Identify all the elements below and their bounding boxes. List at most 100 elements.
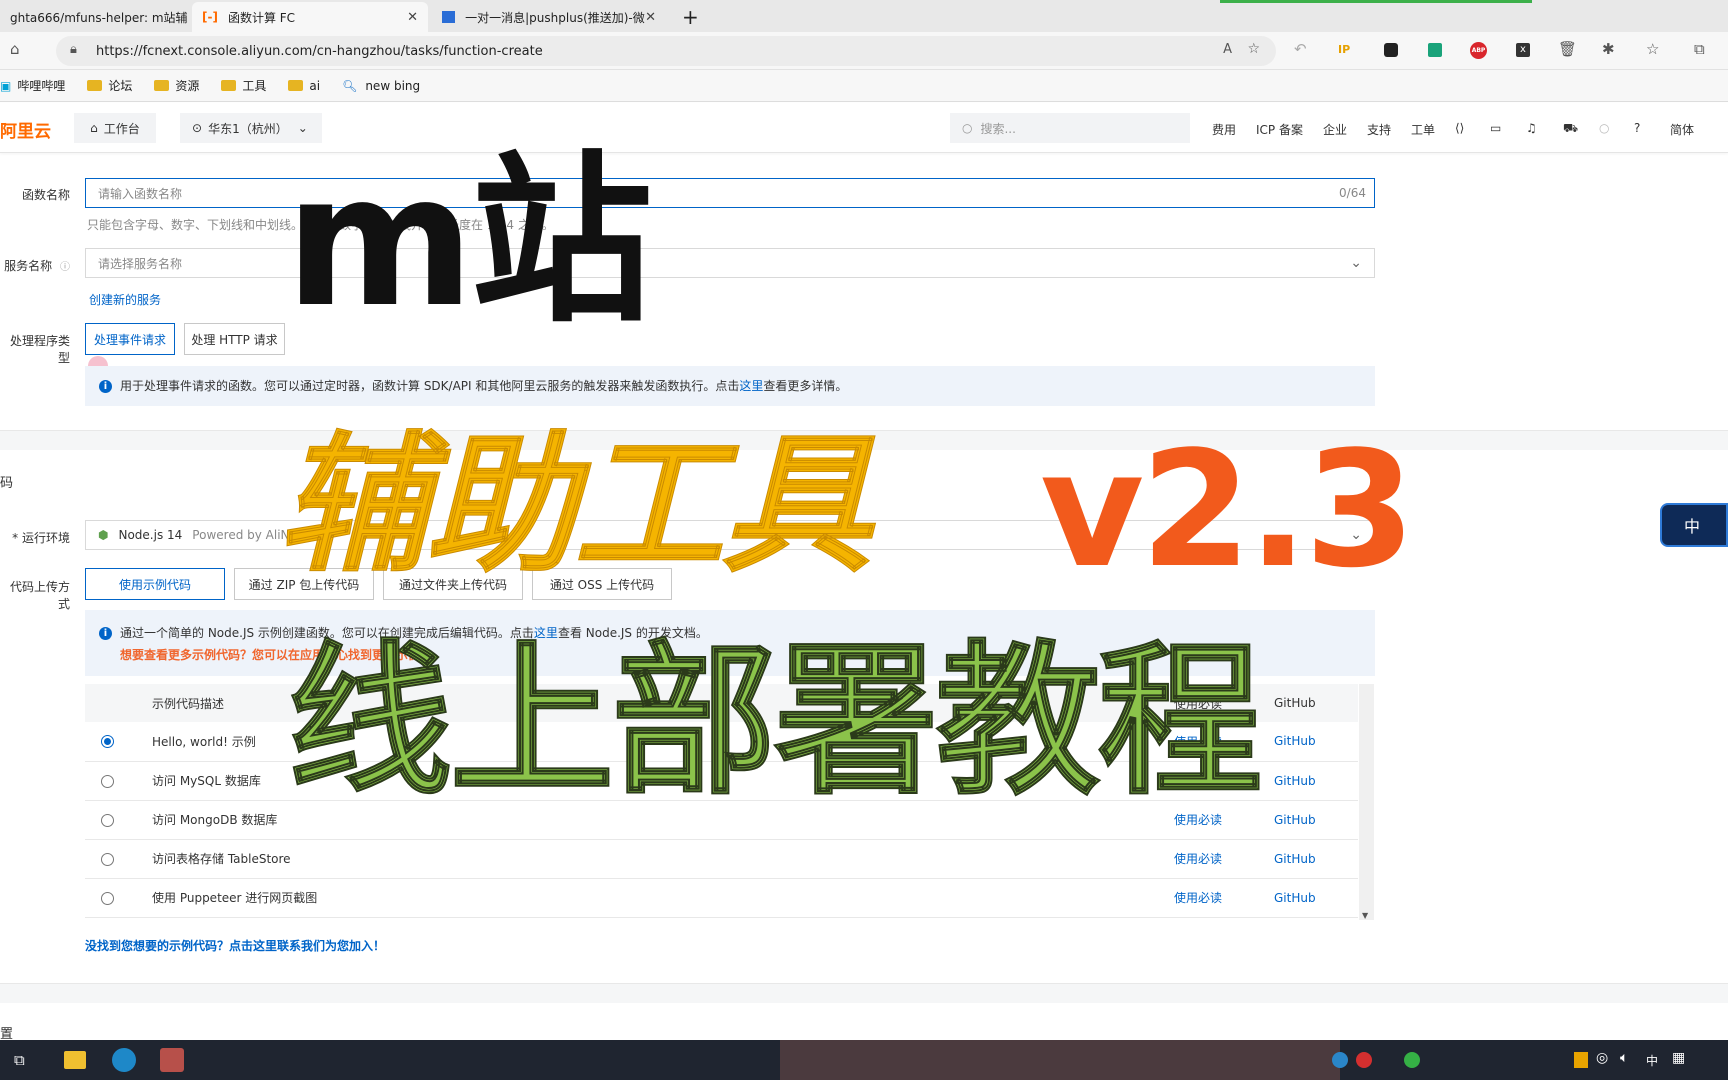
nav-support[interactable]: 支持 — [1367, 121, 1391, 138]
handler-type-label: 处理程序类型 — [9, 334, 70, 365]
location-icon: ⊙ — [192, 121, 203, 135]
code-icon[interactable]: ⟨⟩ — [1455, 121, 1464, 135]
extension-green-icon[interactable] — [1428, 43, 1442, 57]
radio-button[interactable] — [101, 891, 114, 905]
tray-ime-indicator[interactable]: 中 — [1646, 1052, 1658, 1069]
ime-label: 中 — [1684, 517, 1701, 536]
read-aloud-icon[interactable]: A — [1223, 42, 1232, 57]
bookmark-tools[interactable]: 工具 — [221, 77, 266, 94]
extensions-puzzle-icon[interactable]: ✱ — [1602, 40, 1615, 58]
bookmark-ai[interactable]: ai — [288, 79, 320, 93]
radio-button[interactable] — [101, 774, 114, 788]
help-icon[interactable]: ? — [1634, 121, 1640, 135]
runtime-label: * 运行环境 — [12, 531, 70, 545]
cart-icon[interactable]: ⛟ — [1563, 121, 1578, 137]
handler-notice: i 用于处理事件请求的函数。您可以通过定时器，函数计算 SDK/API 和其他阿里… — [85, 366, 1375, 406]
nav-billing[interactable]: 费用 — [1212, 121, 1236, 138]
row-readme-link[interactable]: 使用必读 — [1173, 839, 1273, 879]
bookmark-label: ai — [309, 78, 321, 93]
tab-fc[interactable]: [-] 函数计算 FC ✕ — [192, 2, 428, 32]
scroll-down-icon[interactable]: ▼ — [1362, 911, 1368, 920]
file-explorer-icon[interactable] — [64, 1051, 86, 1069]
bookmark-forum[interactable]: 论坛 — [87, 77, 132, 94]
row-github-link[interactable]: GitHub — [1273, 800, 1358, 840]
table-row[interactable]: 访问表格存储 TableStore 使用必读 GitHub — [85, 839, 1358, 879]
code-section-title: 码 — [0, 476, 14, 491]
header-radio-col — [85, 684, 151, 722]
language-switch[interactable]: 简体 — [1670, 121, 1694, 138]
row-readme-link[interactable]: 使用必读 — [1173, 878, 1273, 918]
radio-button[interactable] — [101, 735, 114, 749]
extension-icon[interactable] — [1384, 43, 1398, 57]
close-icon[interactable]: ✕ — [645, 10, 656, 25]
aliyun-logo[interactable]: 阿里云 — [0, 117, 51, 142]
table-scrollbar[interactable]: ▼ — [1359, 684, 1374, 920]
nav-icp[interactable]: ICP 备案 — [1256, 121, 1303, 138]
nav-enterprise[interactable]: 企业 — [1323, 121, 1347, 138]
row-github-link[interactable]: GitHub — [1273, 761, 1358, 801]
ime-floating-widget[interactable]: 中 — [1660, 503, 1728, 547]
favorites-bar-icon[interactable]: ☆ — [1646, 40, 1659, 58]
task-view-icon[interactable]: ⧉ — [14, 1051, 25, 1069]
bookmark-resources[interactable]: 资源 — [154, 77, 199, 94]
collections-icon[interactable]: ⧉ — [1694, 40, 1705, 58]
not-found-link[interactable]: 没找到您想要的示例代码？点击这里联系我们为您加入！ — [85, 937, 385, 954]
url-field[interactable]: 🔒︎ https://fcnext.console.aliyun.com/cn-… — [56, 36, 1276, 66]
tray-record-icon[interactable] — [1356, 1052, 1372, 1068]
extension-x-icon[interactable]: x — [1516, 43, 1530, 57]
url-text: https://fcnext.console.aliyun.com/cn-han… — [96, 43, 543, 59]
console-search-input[interactable]: ○ 搜索... — [950, 113, 1190, 143]
terminal-icon[interactable]: ▭ — [1490, 121, 1501, 135]
function-name-label: 函数名称 — [21, 188, 70, 202]
tab-label: 一对一消息|pushplus(推送加)-微信 — [465, 10, 646, 25]
handler-event-button[interactable]: 处理事件请求 — [85, 323, 175, 355]
tab-pushplus[interactable]: 一对一消息|pushplus(推送加)-微信 ✕ — [432, 2, 666, 32]
help-icon[interactable]: ⓘ — [60, 262, 70, 273]
notice-link[interactable]: 这里 — [739, 379, 763, 393]
tab-label: ghta666/mfuns-helper: m站辅助 — [10, 10, 188, 25]
tray-edge-icon[interactable] — [1332, 1052, 1348, 1068]
handler-http-button[interactable]: 处理 HTTP 请求 — [184, 323, 285, 355]
close-icon[interactable]: ✕ — [407, 10, 418, 25]
radio-button[interactable] — [101, 813, 114, 827]
function-name-input[interactable]: 请输入函数名称 0/64 — [85, 178, 1375, 208]
radio-button[interactable] — [101, 852, 114, 866]
trash-icon[interactable]: 🗑︎ — [1558, 40, 1577, 58]
workspace-button[interactable]: ⌂ 工作台 — [74, 113, 156, 143]
undo-icon[interactable]: ↶ — [1294, 40, 1307, 58]
ip-extension-icon[interactable]: IP — [1338, 43, 1350, 56]
bookmark-bilibili[interactable]: ▣ 哔哩哔哩 — [0, 77, 65, 94]
region-label: 华东1（杭州） — [208, 121, 288, 136]
tray-network-icon[interactable]: ◎ — [1596, 1050, 1608, 1066]
tray-wechat-icon[interactable] — [1404, 1052, 1420, 1068]
bookmark-new-bing[interactable]: 🔍︎ new bing — [342, 79, 420, 93]
app-icon[interactable] — [160, 1048, 184, 1072]
table-row[interactable]: 使用 Puppeteer 进行网页截图 使用必读 GitHub — [85, 878, 1358, 918]
runtime-value: Node.js 14 — [118, 528, 183, 542]
row-github-link[interactable]: GitHub — [1273, 839, 1358, 879]
overlay-title-deploy-tutorial: 线上部署教程 — [287, 626, 1263, 817]
favorite-icon[interactable]: ☆ — [1247, 41, 1260, 57]
tray-volume-icon[interactable]: 🔈︎ — [1620, 1050, 1628, 1066]
tray-input-icon[interactable]: ▦ — [1672, 1050, 1685, 1066]
tab-github[interactable]: ghta666/mfuns-helper: m站辅助 ✕ — [0, 2, 188, 32]
bookmark-label: 哔哩哔哩 — [17, 79, 66, 93]
edge-icon[interactable] — [112, 1048, 136, 1072]
search-icon: 🔍︎ — [342, 78, 358, 93]
lightbulb-icon[interactable]: ○ — [1599, 121, 1609, 135]
home-icon[interactable]: ⌂ — [10, 40, 20, 58]
create-service-link[interactable]: 创建新的服务 — [89, 291, 161, 308]
row-desc: 访问表格存储 TableStore — [151, 839, 1173, 879]
row-github-link[interactable]: GitHub — [1273, 878, 1358, 918]
row-github-link[interactable]: GitHub — [1273, 722, 1358, 762]
tray-shield-icon[interactable] — [1574, 1052, 1588, 1068]
new-tab-button[interactable]: + — [672, 2, 702, 32]
section-divider — [0, 983, 1728, 1003]
upload-sample-button[interactable]: 使用示例代码 — [85, 568, 225, 600]
nav-ticket[interactable]: 工单 — [1411, 121, 1435, 138]
bell-icon[interactable]: ♫ — [1526, 121, 1537, 135]
adblock-icon[interactable]: ABP — [1470, 42, 1487, 59]
pushplus-tab-icon — [442, 11, 456, 23]
bookmarks-bar: ▣ 哔哩哔哩 论坛 资源 工具 ai 🔍︎ new bing — [0, 70, 1728, 102]
service-name-select[interactable]: 请选择服务名称 ⌄ — [85, 248, 1375, 278]
